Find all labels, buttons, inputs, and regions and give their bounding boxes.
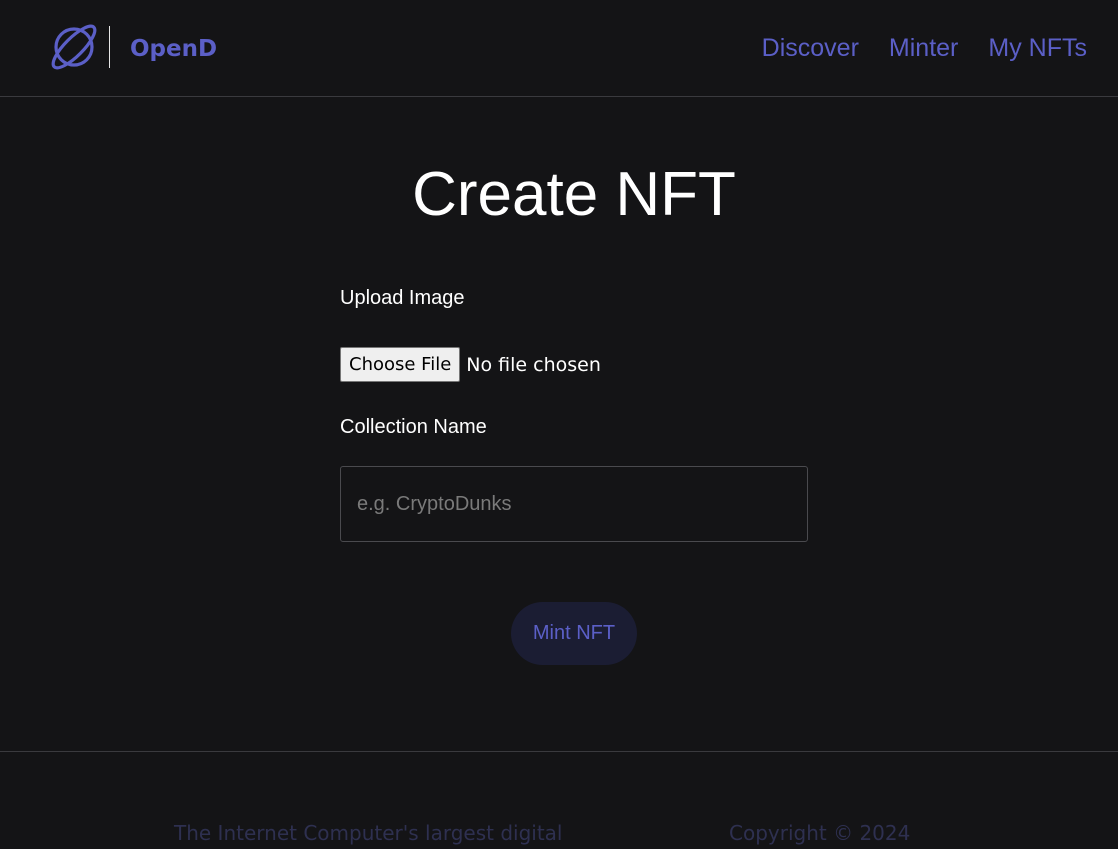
footer-tagline: The Internet Computer's largest digital [174,821,563,845]
mint-nft-button[interactable]: Mint NFT [511,602,637,665]
file-status-text: No file chosen [466,353,601,376]
nav-discover-link[interactable]: Discover [762,33,859,63]
upload-image-label: Upload Image [340,287,465,309]
header: OpenD Discover Minter My NFTs [0,0,1118,97]
page-title: Create NFT [412,160,736,229]
nav-minter-link[interactable]: Minter [889,33,958,63]
choose-file-button[interactable]: Choose File [340,347,461,382]
collection-name-label: Collection Name [340,416,487,438]
main-nav: Discover Minter My NFTs [762,33,1087,63]
file-upload-field: Choose File No file chosen [340,347,601,382]
footer-copyright: Copyright © 2024 [729,821,911,845]
brand-name[interactable]: OpenD [130,34,217,64]
nav-my-nfts-link[interactable]: My NFTs [988,33,1087,63]
footer-divider [0,751,1118,752]
planet-icon[interactable] [48,22,100,72]
collection-name-input[interactable] [340,466,808,542]
logo-divider [109,26,110,68]
